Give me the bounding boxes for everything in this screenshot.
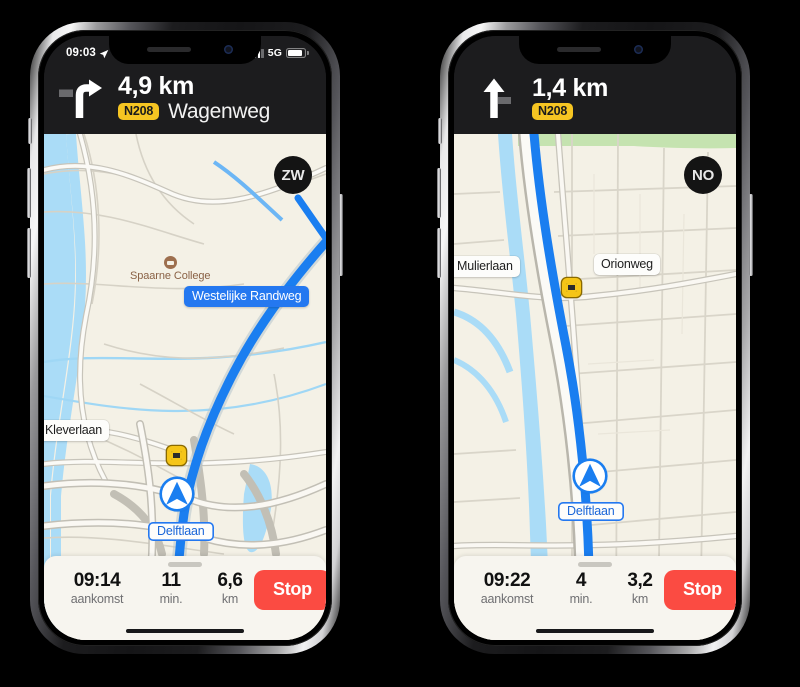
trip-status-sheet-left[interactable]: 09:14 aankomst 11 min. 6,6 km Stop	[44, 556, 326, 640]
minutes-value: 11	[161, 570, 181, 591]
label-westelijke-randweg[interactable]: Westelijke Randweg	[184, 286, 310, 307]
eta-stat: 09:22 aankomst	[470, 570, 544, 607]
continue-straight-icon	[472, 77, 520, 119]
status-bar-left: 09:03	[66, 47, 109, 59]
volume-up-button[interactable]	[437, 168, 441, 218]
school-icon	[163, 256, 177, 269]
banner-text: 4,9 km N208 Wagenweg	[118, 74, 270, 122]
route-shield-badge: N208	[118, 103, 160, 120]
stop-button[interactable]: Stop	[664, 570, 736, 610]
label-delftlaan[interactable]: Delftlaan	[558, 502, 624, 521]
eta-stat: 09:14 aankomst	[60, 570, 134, 607]
road-line: N208 Wagenweg	[118, 101, 270, 122]
eta-label: aankomst	[70, 591, 124, 606]
sheet-row: 09:14 aankomst 11 min. 6,6 km Stop	[44, 570, 326, 610]
poi-label: Spaarne College	[130, 270, 211, 282]
location-arrow-icon	[99, 49, 109, 58]
poi-spaarne-college[interactable]: Spaarne College	[130, 256, 211, 282]
earpiece-speaker	[557, 47, 601, 52]
minutes-label: min.	[159, 591, 183, 606]
distance-value: 6,6	[217, 570, 243, 591]
turn-right-icon	[58, 77, 106, 119]
phone-left: 09:03 5G 4,9 km N208 Wagenweg ZW Spaarne…	[27, 22, 343, 654]
network-label: 5G	[267, 47, 282, 59]
distance-label: km	[221, 591, 239, 606]
battery-icon	[286, 48, 309, 58]
label-mulierlaan[interactable]: n Mulierlaan	[454, 256, 520, 277]
volume-down-button[interactable]	[27, 228, 31, 278]
label-orionweg[interactable]: Orionweg	[594, 254, 660, 275]
sheet-grabber[interactable]	[578, 562, 612, 567]
phone-left-screen: 09:03 5G 4,9 km N208 Wagenweg ZW Spaarne…	[44, 36, 326, 640]
sheet-grabber[interactable]	[168, 562, 202, 567]
phone-right-screen: 1,4 km N208 NO Mulierlaan Orionweg Delft…	[454, 36, 736, 640]
front-camera-icon	[634, 45, 643, 54]
compass-badge-left[interactable]: ZW	[274, 156, 312, 194]
distance-to-maneuver: 4,9 km	[118, 72, 195, 100]
volume-up-button[interactable]	[27, 168, 31, 218]
trip-status-sheet-right[interactable]: 09:22 aankomst 4 min. 3,2 km Stop	[454, 556, 736, 640]
label-delftlaan[interactable]: Delftlaan	[148, 522, 214, 541]
phone-right: 1,4 km N208 NO Mulierlaan Orionweg Delft…	[437, 22, 753, 654]
power-button[interactable]	[749, 194, 753, 276]
banner-text: 1,4 km N208	[532, 76, 608, 120]
navigation-arrow-icon	[162, 479, 192, 509]
eta-value: 09:14	[73, 570, 121, 591]
road-name: Wagenweg	[168, 100, 270, 123]
distance-stat: 6,6 km	[206, 570, 254, 607]
notch	[519, 36, 671, 64]
speed-camera-icon[interactable]	[562, 278, 581, 297]
volume-down-button[interactable]	[437, 228, 441, 278]
distance-to-maneuver: 1,4 km	[532, 74, 609, 102]
minutes-label: min.	[569, 591, 593, 606]
minutes-value: 4	[575, 570, 587, 591]
distance-value: 3,2	[627, 570, 653, 591]
home-indicator[interactable]	[536, 628, 654, 633]
distance-label: km	[631, 591, 649, 606]
route-shield-badge: N208	[532, 103, 574, 120]
home-indicator[interactable]	[126, 628, 244, 633]
sheet-row: 09:22 aankomst 4 min. 3,2 km Stop	[454, 570, 736, 610]
speed-camera-icon[interactable]	[167, 446, 186, 465]
navigation-arrow-icon	[575, 461, 605, 491]
road-line: N208	[532, 103, 608, 120]
status-bar-time: 09:03	[66, 47, 96, 59]
stop-button[interactable]: Stop	[254, 570, 326, 610]
mute-switch[interactable]	[438, 118, 442, 144]
minutes-stat: 11 min.	[146, 570, 196, 607]
mute-switch[interactable]	[28, 118, 32, 144]
front-camera-icon	[224, 45, 233, 54]
compass-badge-right[interactable]: NO	[684, 156, 722, 194]
earpiece-speaker	[147, 47, 191, 52]
label-kleverlaan[interactable]: Kleverlaan	[44, 420, 110, 441]
screenshot-stage: 09:03 5G 4,9 km N208 Wagenweg ZW Spaarne…	[0, 0, 800, 687]
distance-stat: 3,2 km	[616, 570, 664, 607]
power-button[interactable]	[339, 194, 343, 276]
notch	[109, 36, 261, 64]
eta-label: aankomst	[480, 591, 534, 606]
eta-value: 09:22	[483, 570, 531, 591]
minutes-stat: 4 min.	[556, 570, 606, 607]
phone-right-bezel: 1,4 km N208 NO Mulierlaan Orionweg Delft…	[448, 30, 742, 646]
phone-left-bezel: 09:03 5G 4,9 km N208 Wagenweg ZW Spaarne…	[38, 30, 332, 646]
